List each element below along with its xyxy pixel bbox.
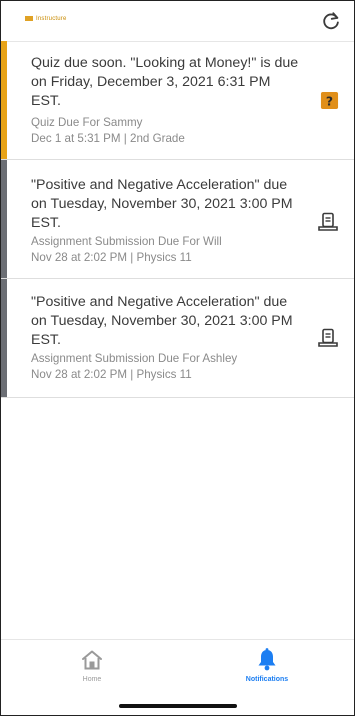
notification-accent-stripe xyxy=(1,160,7,278)
notification-subtitle: Assignment Submission Due For Will xyxy=(31,235,222,248)
app-screen: Instructure Quiz due soon. "Looking at M… xyxy=(0,0,355,716)
tab-home[interactable]: Home xyxy=(32,640,152,700)
tab-home-label: Home xyxy=(82,676,102,683)
assignment-icon xyxy=(318,328,338,347)
bell-icon xyxy=(258,648,276,671)
refresh-icon[interactable] xyxy=(320,10,342,32)
svg-text:?: ? xyxy=(326,94,333,108)
home-indicator xyxy=(119,704,237,708)
tab-notifications[interactable]: Notifications xyxy=(207,640,327,700)
notification-accent-stripe xyxy=(1,279,7,397)
brand-label: Instructure xyxy=(36,16,67,23)
tab-notifications-label: Notifications xyxy=(245,676,289,683)
notification-title: "Positive and Negative Acceleration" due… xyxy=(31,294,293,348)
top-bar: Instructure xyxy=(1,1,354,42)
notification-item[interactable]: Quiz due soon. "Looking at Money!" is du… xyxy=(1,41,354,160)
notification-meta: Nov 28 at 2:02 PM | Physics 11 xyxy=(31,251,192,264)
notification-title: Quiz due soon. "Looking at Money!" is du… xyxy=(31,55,299,109)
home-icon xyxy=(82,650,102,670)
notification-meta: Nov 28 at 2:02 PM | Physics 11 xyxy=(31,368,192,381)
notification-subtitle: Quiz Due For Sammy xyxy=(31,116,143,129)
notification-meta: Dec 1 at 5:31 PM | 2nd Grade xyxy=(31,132,185,145)
notification-title: "Positive and Negative Acceleration" due… xyxy=(31,177,293,231)
notification-subtitle: Assignment Submission Due For Ashley xyxy=(31,352,238,365)
notification-list: Quiz due soon. "Looking at Money!" is du… xyxy=(1,41,354,398)
brand-logo: Instructure xyxy=(25,16,67,22)
notification-accent-stripe xyxy=(1,41,7,159)
notification-item[interactable]: "Positive and Negative Acceleration" due… xyxy=(1,279,354,398)
notification-item[interactable]: "Positive and Negative Acceleration" due… xyxy=(1,160,354,279)
assignment-icon xyxy=(318,212,338,231)
quiz-question-icon: ? xyxy=(320,91,339,110)
brand-mark-icon xyxy=(25,16,33,21)
